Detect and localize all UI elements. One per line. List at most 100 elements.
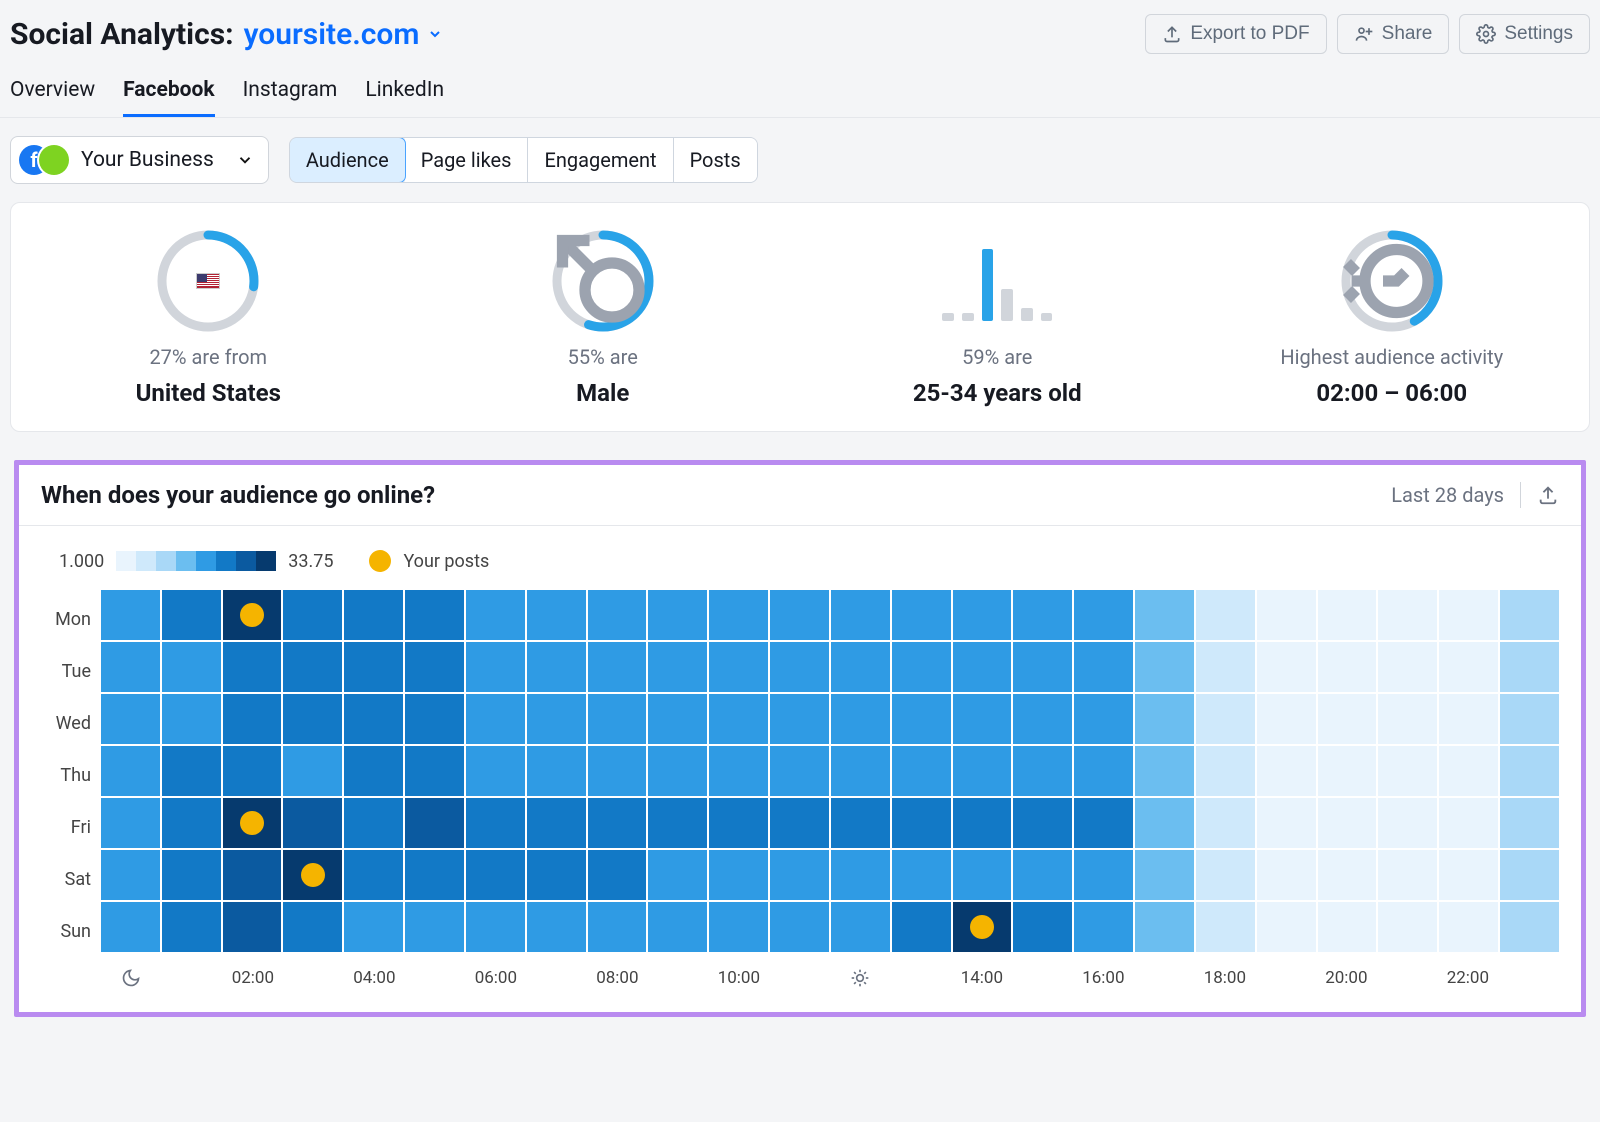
heatmap-cell[interactable] xyxy=(1439,590,1498,640)
heatmap-cell[interactable] xyxy=(1196,902,1255,952)
heatmap-cell[interactable] xyxy=(892,746,951,796)
heatmap-cell[interactable] xyxy=(1318,642,1377,692)
heatmap-cell[interactable] xyxy=(466,902,525,952)
heatmap-cell[interactable] xyxy=(1074,590,1133,640)
heatmap-cell[interactable] xyxy=(527,798,586,848)
heatmap-cell[interactable] xyxy=(223,590,282,640)
heatmap-cell[interactable] xyxy=(283,850,342,900)
domain-dropdown[interactable]: yoursite.com xyxy=(244,17,444,52)
heatmap-cell[interactable] xyxy=(648,642,707,692)
heatmap-cell[interactable] xyxy=(223,694,282,744)
heatmap-cell[interactable] xyxy=(223,746,282,796)
heatmap-cell[interactable] xyxy=(831,694,890,744)
heatmap-cell[interactable] xyxy=(1257,590,1316,640)
heatmap-cell[interactable] xyxy=(466,694,525,744)
heatmap-cell[interactable] xyxy=(709,694,768,744)
heatmap-cell[interactable] xyxy=(770,902,829,952)
heatmap-cell[interactable] xyxy=(953,642,1012,692)
heatmap-cell[interactable] xyxy=(892,798,951,848)
heatmap-cell[interactable] xyxy=(405,746,464,796)
heatmap-cell[interactable] xyxy=(1378,850,1437,900)
heatmap-cell[interactable] xyxy=(405,798,464,848)
heatmap-cell[interactable] xyxy=(1378,798,1437,848)
heatmap-cell[interactable] xyxy=(648,590,707,640)
heatmap-cell[interactable] xyxy=(1074,694,1133,744)
heatmap-cell[interactable] xyxy=(1318,694,1377,744)
heatmap-cell[interactable] xyxy=(101,902,160,952)
heatmap-cell[interactable] xyxy=(770,850,829,900)
heatmap-cell[interactable] xyxy=(162,746,221,796)
heatmap-cell[interactable] xyxy=(405,590,464,640)
heatmap-cell[interactable] xyxy=(892,590,951,640)
heatmap-cell[interactable] xyxy=(344,642,403,692)
heatmap-cell[interactable] xyxy=(892,694,951,744)
heatmap-cell[interactable] xyxy=(588,850,647,900)
heatmap-cell[interactable] xyxy=(283,798,342,848)
heatmap-cell[interactable] xyxy=(1013,798,1072,848)
heatmap-cell[interactable] xyxy=(1074,850,1133,900)
heatmap-cell[interactable] xyxy=(953,590,1012,640)
heatmap-cell[interactable] xyxy=(648,798,707,848)
heatmap-cell[interactable] xyxy=(892,642,951,692)
heatmap-cell[interactable] xyxy=(770,642,829,692)
heatmap-cell[interactable] xyxy=(953,798,1012,848)
heatmap-cell[interactable] xyxy=(1196,590,1255,640)
heatmap-cell[interactable] xyxy=(892,850,951,900)
heatmap-cell[interactable] xyxy=(527,590,586,640)
heatmap-cell[interactable] xyxy=(1378,902,1437,952)
business-selector[interactable]: Your Business xyxy=(10,136,269,184)
heatmap-cell[interactable] xyxy=(1196,746,1255,796)
heatmap-cell[interactable] xyxy=(831,642,890,692)
heatmap-cell[interactable] xyxy=(527,746,586,796)
heatmap-cell[interactable] xyxy=(1257,746,1316,796)
heatmap-cell[interactable] xyxy=(405,694,464,744)
heatmap-cell[interactable] xyxy=(709,590,768,640)
heatmap-cell[interactable] xyxy=(770,590,829,640)
heatmap-cell[interactable] xyxy=(527,902,586,952)
heatmap-cell[interactable] xyxy=(1257,902,1316,952)
segment-engagement[interactable]: Engagement xyxy=(528,138,673,182)
heatmap-cell[interactable] xyxy=(892,902,951,952)
heatmap-cell[interactable] xyxy=(527,694,586,744)
heatmap-cell[interactable] xyxy=(1013,902,1072,952)
heatmap-cell[interactable] xyxy=(953,694,1012,744)
heatmap-cell[interactable] xyxy=(831,798,890,848)
heatmap-cell[interactable] xyxy=(1500,850,1559,900)
heatmap-cell[interactable] xyxy=(405,902,464,952)
heatmap-cell[interactable] xyxy=(283,746,342,796)
heatmap-cell[interactable] xyxy=(344,694,403,744)
share-button[interactable]: Share xyxy=(1337,14,1450,54)
export-pdf-button[interactable]: Export to PDF xyxy=(1145,14,1326,54)
heatmap-cell[interactable] xyxy=(405,850,464,900)
heatmap-cell[interactable] xyxy=(709,642,768,692)
heatmap-cell[interactable] xyxy=(223,642,282,692)
heatmap-cell[interactable] xyxy=(223,902,282,952)
heatmap-cell[interactable] xyxy=(1439,642,1498,692)
heatmap-cell[interactable] xyxy=(466,642,525,692)
heatmap-cell[interactable] xyxy=(466,798,525,848)
heatmap-cell[interactable] xyxy=(1074,746,1133,796)
heatmap-cell[interactable] xyxy=(101,746,160,796)
heatmap-cell[interactable] xyxy=(953,850,1012,900)
heatmap-cell[interactable] xyxy=(709,798,768,848)
heatmap-cell[interactable] xyxy=(648,694,707,744)
heatmap-cell[interactable] xyxy=(1500,694,1559,744)
heatmap-cell[interactable] xyxy=(162,850,221,900)
heatmap-cell[interactable] xyxy=(162,590,221,640)
heatmap-cell[interactable] xyxy=(101,798,160,848)
heatmap-cell[interactable] xyxy=(831,590,890,640)
heatmap-cell[interactable] xyxy=(527,850,586,900)
heatmap-cell[interactable] xyxy=(1439,902,1498,952)
heatmap-cell[interactable] xyxy=(1500,642,1559,692)
heatmap-cell[interactable] xyxy=(770,694,829,744)
heatmap-cell[interactable] xyxy=(1196,798,1255,848)
heatmap-cell[interactable] xyxy=(344,746,403,796)
heatmap-cell[interactable] xyxy=(344,798,403,848)
heatmap-cell[interactable] xyxy=(648,746,707,796)
segment-audience[interactable]: Audience xyxy=(289,137,406,183)
heatmap-cell[interactable] xyxy=(770,746,829,796)
heatmap-cell[interactable] xyxy=(1318,590,1377,640)
heatmap-cell[interactable] xyxy=(344,850,403,900)
settings-button[interactable]: Settings xyxy=(1459,14,1590,54)
heatmap-cell[interactable] xyxy=(223,850,282,900)
